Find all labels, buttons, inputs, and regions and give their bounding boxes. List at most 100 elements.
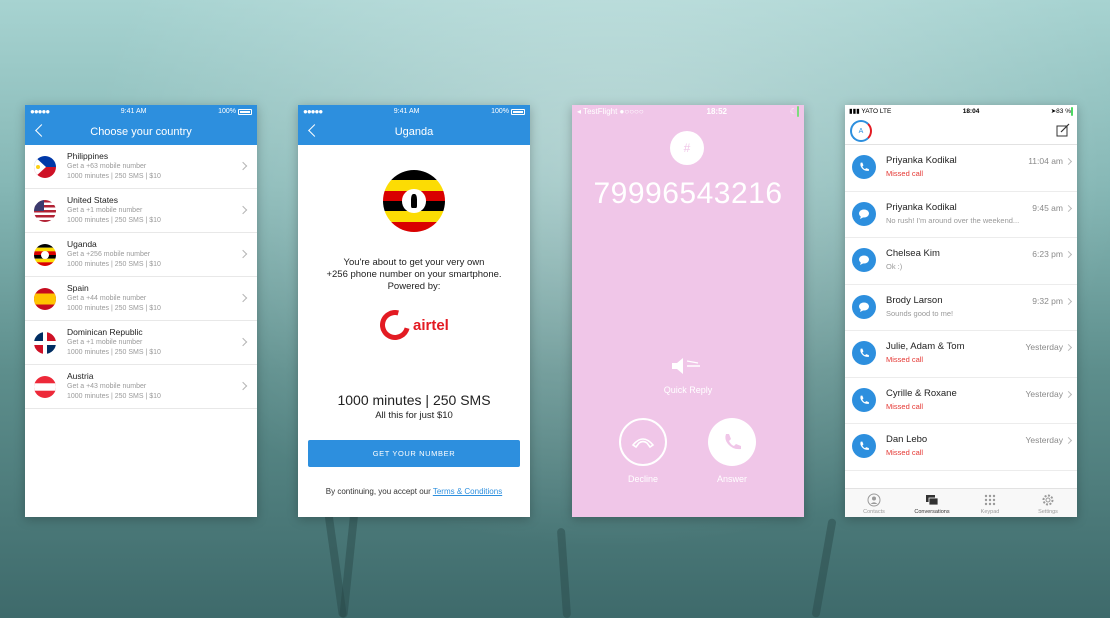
nav-bar: Choose your country <box>25 118 257 145</box>
country-row-spain[interactable]: Spain Get a +44 mobile number 1000 minut… <box>25 277 257 321</box>
country-plan-info: 1000 minutes | 250 SMS | $10 <box>67 261 161 268</box>
country-number-info: Get a +1 mobile number <box>67 207 143 214</box>
intro-line-2: +256 phone number on your smartphone. <box>326 269 502 280</box>
conversation-preview: Sounds good to me! <box>886 308 954 318</box>
conversation-row[interactable]: Chelsea Kim Ok :) 6:23 pm <box>845 238 1077 285</box>
keypad-hash-button[interactable]: # <box>670 131 704 165</box>
country-row-philippines[interactable]: Philippines Get a +63 mobile number 1000… <box>25 145 257 189</box>
price-text: All this for just $10 <box>375 410 453 421</box>
country-plan-info: 1000 minutes | 250 SMS | $10 <box>67 349 161 356</box>
signal-icon: ▮▮▮ <box>849 108 862 115</box>
phone-call-icon <box>852 155 876 179</box>
page-title: Uganda <box>394 125 434 138</box>
status-bar: ◂ TestFlight ●○○○○ 18:52 ☾ <box>572 105 804 118</box>
conversation-list: Priyanka Kodikal Missed call 11:04 am Pr… <box>845 145 1077 471</box>
tab-settings[interactable]: Settings <box>1019 489 1077 517</box>
status-time: 18:04 <box>962 107 980 115</box>
country-number-info: Get a +43 mobile number <box>67 383 147 390</box>
conversation-time: 9:45 am <box>1032 202 1063 213</box>
country-name: Dominican Republic <box>67 327 143 337</box>
tab-label: Conversations <box>914 509 950 515</box>
airtel-wordmark: airtel <box>413 316 449 334</box>
phone-call-icon <box>852 434 876 458</box>
conversation-preview: Missed call <box>886 169 924 178</box>
phone-call-icon <box>852 387 876 412</box>
country-name: Austria <box>67 371 94 381</box>
conversation-time: Yesterday <box>1025 435 1064 445</box>
airtel-swirl-icon <box>374 304 416 346</box>
header-bar: ●●●●● 9:41 AM 100% Uganda <box>298 105 530 145</box>
country-name: Uganda <box>67 239 97 249</box>
chevron-right-icon <box>1064 390 1073 398</box>
conversation-preview: Missed call <box>886 401 924 411</box>
terms-prefix: By continuing, you accept our <box>325 487 433 496</box>
country-row-uganda[interactable]: Uganda Get a +256 mobile number 1000 min… <box>25 233 257 277</box>
terms-notice: By continuing, you accept our Terms & Co… <box>298 487 530 496</box>
decline-button[interactable] <box>619 418 667 466</box>
conversation-time: Yesterday <box>1025 388 1064 399</box>
conversation-preview: Missed call <box>886 448 924 457</box>
conversation-time: 11:04 am <box>1028 156 1063 166</box>
battery-icon <box>510 108 525 115</box>
chevron-right-icon <box>1064 343 1073 352</box>
phone-call-icon <box>852 341 876 365</box>
country-row-austria[interactable]: Austria Get a +43 mobile number 1000 min… <box>25 365 257 409</box>
conversation-row[interactable]: Julie, Adam & Tom Missed call Yesterday <box>845 331 1077 378</box>
uganda-flag-icon <box>383 170 445 232</box>
back-chevron-icon[interactable] <box>308 124 321 137</box>
country-number-info: Get a +256 mobile number <box>67 251 151 258</box>
battery-icon <box>1071 107 1073 116</box>
country-plan-info: 1000 minutes | 250 SMS | $10 <box>67 217 161 224</box>
conversation-row[interactable]: Priyanka Kodikal No rush! I'm around ove… <box>845 192 1077 238</box>
country-row-united-states[interactable]: United States Get a +1 mobile number 100… <box>25 189 257 233</box>
country-name: Philippines <box>67 151 109 161</box>
conversation-preview: Missed call <box>886 355 924 364</box>
answer-button[interactable] <box>708 418 756 466</box>
tab-label: Settings <box>1038 509 1058 515</box>
speaker-icon[interactable] <box>670 357 704 375</box>
battery-percent: 100% <box>218 108 236 115</box>
conversation-row[interactable]: Dan Lebo Missed call Yesterday <box>845 424 1077 471</box>
app-top-bar: A <box>845 117 1077 145</box>
country-plan-info: 1000 minutes | 250 SMS | $10 <box>67 393 161 400</box>
plan-summary: 1000 minutes | 250 SMS <box>337 392 491 408</box>
decline-label: Decline <box>627 474 658 484</box>
back-chevron-icon[interactable] <box>35 124 48 137</box>
country-row-dominican-republic[interactable]: Dominican Republic Get a +1 mobile numbe… <box>25 321 257 365</box>
contact-name: Chelsea Kim <box>886 248 940 259</box>
tab-label: Keypad <box>980 509 1000 515</box>
chevron-right-icon <box>1064 297 1073 305</box>
tab-conversations[interactable]: Conversations <box>903 489 961 517</box>
crane-emblem-icon <box>402 189 426 213</box>
country-number-info: Get a +1 mobile number <box>67 339 143 346</box>
dominican-republic-flag-icon <box>34 331 56 354</box>
austria-flag-icon <box>34 375 56 398</box>
battery-percent: 100% <box>491 108 509 115</box>
chevron-right-icon <box>1064 157 1073 166</box>
contact-name: Priyanka Kodikal <box>886 155 957 166</box>
country-number-info: Get a +44 mobile number <box>67 295 147 302</box>
battery-percent: 83 % <box>1056 108 1071 115</box>
airtel-logo: airtel <box>374 304 449 346</box>
contact-name: Brody Larson <box>886 294 943 306</box>
terms-conditions-link[interactable]: Terms & Conditions <box>433 487 502 496</box>
phone-choose-country: ●●●●● 9:41 AM 100% Choose your country P… <box>25 105 257 517</box>
conversation-row[interactable]: Cyrille & Roxane Missed call Yesterday <box>845 378 1077 424</box>
chevron-right-icon <box>238 249 248 259</box>
status-time: 18:52 <box>706 107 727 116</box>
chevron-right-icon <box>238 293 248 303</box>
gear-icon <box>1042 494 1054 506</box>
country-name: Spain <box>67 283 89 293</box>
country-name: United States <box>67 195 119 205</box>
tab-contacts[interactable]: Contacts <box>845 489 903 517</box>
chevron-right-icon <box>238 205 248 215</box>
quick-reply-label[interactable]: Quick Reply <box>572 385 804 395</box>
get-your-number-button[interactable]: GET YOUR NUMBER <box>308 440 520 467</box>
spain-flag-icon <box>34 287 56 310</box>
conversation-row[interactable]: Priyanka Kodikal Missed call 11:04 am <box>845 145 1077 192</box>
uganda-flag-icon <box>34 243 56 266</box>
conversation-preview: No rush! I'm around over the weekend... <box>886 215 1020 225</box>
compose-icon[interactable] <box>1056 123 1070 137</box>
tab-keypad[interactable]: Keypad <box>961 489 1019 517</box>
conversation-row[interactable]: Brody Larson Sounds good to me! 9:32 pm <box>845 285 1077 331</box>
